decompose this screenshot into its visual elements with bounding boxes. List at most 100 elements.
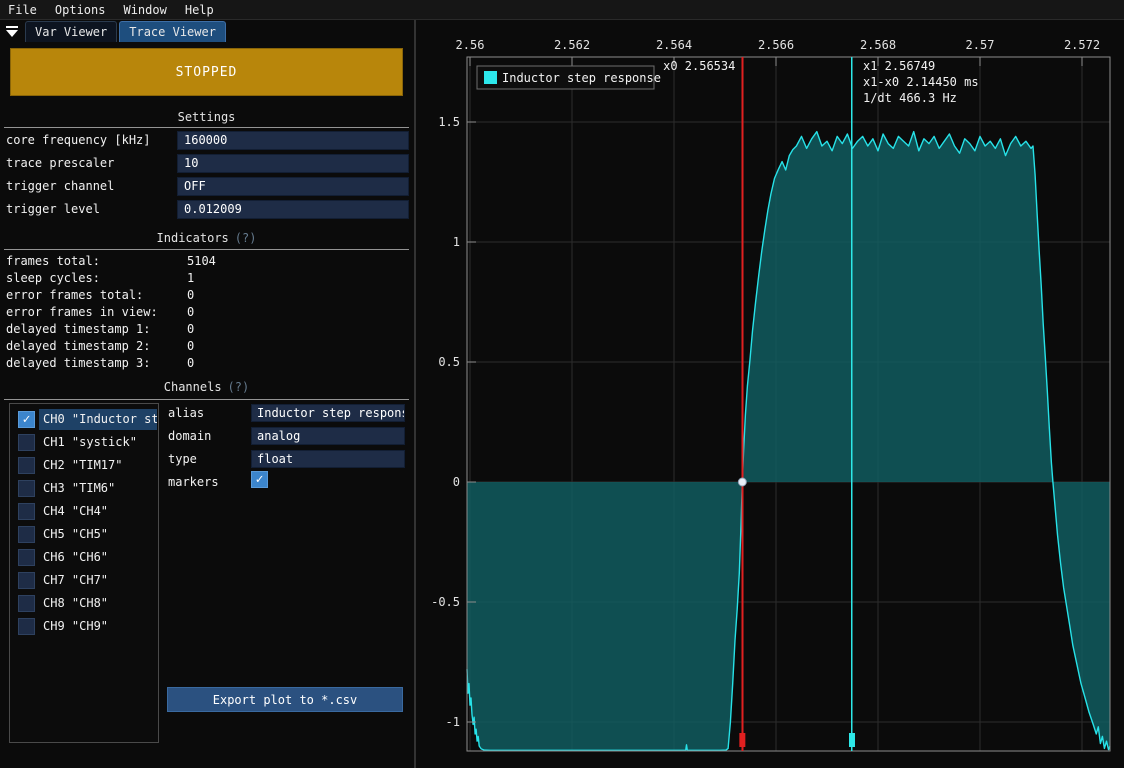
channel-label-ch5[interactable]: CH5 "CH5" bbox=[39, 524, 157, 545]
error-frames-in-view-value: 0 bbox=[187, 304, 194, 321]
channel-row-ch4[interactable]: CH4 "CH4" bbox=[10, 500, 158, 523]
indicators-title-text: Indicators bbox=[157, 231, 229, 245]
channel-label-ch1[interactable]: CH1 "systick" bbox=[39, 432, 157, 453]
delayed-timestamp-3-value: 0 bbox=[187, 355, 194, 372]
legend-swatch bbox=[484, 71, 497, 84]
trigger-channel-input[interactable]: OFF bbox=[177, 177, 409, 196]
delayed-timestamp-1-label: delayed timestamp 1: bbox=[6, 321, 151, 338]
marker-extra-label-0: x1-x0 2.14450 ms bbox=[863, 75, 979, 89]
channel-label-ch9[interactable]: CH9 "CH9" bbox=[39, 616, 157, 637]
core-frequency-khz-input[interactable]: 160000 bbox=[177, 131, 409, 150]
y-axis-label: 0.5 bbox=[438, 355, 460, 369]
x-axis-label: 2.562 bbox=[554, 38, 590, 52]
sleep-cycles-label: sleep cycles: bbox=[6, 270, 100, 287]
x-axis-label: 2.57 bbox=[966, 38, 995, 52]
error-frames-total-value: 0 bbox=[187, 287, 194, 304]
left-panel: Var ViewerTrace Viewer STOPPED Settings … bbox=[0, 20, 416, 768]
domain-input[interactable]: analog bbox=[251, 427, 405, 445]
menu-item-options[interactable]: Options bbox=[55, 3, 106, 17]
alias-input[interactable]: Inductor step respons bbox=[251, 404, 405, 422]
x-axis-label: 2.566 bbox=[758, 38, 794, 52]
channel-label-ch3[interactable]: CH3 "TIM6" bbox=[39, 478, 157, 499]
channels-help-icon[interactable]: (?) bbox=[228, 380, 250, 394]
legend-label: Inductor step response bbox=[502, 71, 661, 85]
menu-item-help[interactable]: Help bbox=[185, 3, 214, 17]
channel-checkbox-ch9[interactable] bbox=[18, 618, 35, 635]
error-frames-total-label: error frames total: bbox=[6, 287, 143, 304]
channel-row-ch1[interactable]: CH1 "systick" bbox=[10, 431, 158, 454]
channel-label-ch6[interactable]: CH6 "CH6" bbox=[39, 547, 157, 568]
marker-intersection-dot bbox=[738, 478, 746, 486]
x-axis-label: 2.572 bbox=[1064, 38, 1100, 52]
channel-checkbox-ch7[interactable] bbox=[18, 572, 35, 589]
tab-trace-viewer[interactable]: Trace Viewer bbox=[119, 21, 226, 42]
export-csv-button[interactable]: Export plot to *.csv bbox=[167, 687, 403, 712]
channel-row-ch3[interactable]: CH3 "TIM6" bbox=[10, 477, 158, 500]
channel-row-ch9[interactable]: CH9 "CH9" bbox=[10, 615, 158, 638]
trigger-channel-label: trigger channel bbox=[6, 177, 114, 196]
markers-checkbox[interactable]: ✓ bbox=[251, 471, 268, 488]
channel-checkbox-ch3[interactable] bbox=[18, 480, 35, 497]
channels-title-text: Channels bbox=[164, 380, 222, 394]
x-axis-label: 2.564 bbox=[656, 38, 692, 52]
trigger-level-input[interactable]: 0.012009 bbox=[177, 200, 409, 219]
channel-checkbox-ch4[interactable] bbox=[18, 503, 35, 520]
menu-item-window[interactable]: Window bbox=[123, 3, 166, 17]
channel-checkbox-ch1[interactable] bbox=[18, 434, 35, 451]
marker-x0-handle[interactable] bbox=[739, 733, 745, 747]
frames-total-label: frames total: bbox=[6, 253, 100, 270]
y-axis-label: 1 bbox=[453, 235, 460, 249]
collapse-tabs-icon[interactable] bbox=[5, 25, 19, 39]
stopped-button[interactable]: STOPPED bbox=[10, 48, 403, 96]
channel-label-ch0[interactable]: CH0 "Inductor st bbox=[39, 409, 157, 430]
y-axis-label: 0 bbox=[453, 475, 460, 489]
indicators-help-icon[interactable]: (?) bbox=[235, 231, 257, 245]
x-axis-label: 2.568 bbox=[860, 38, 896, 52]
delayed-timestamp-2-label: delayed timestamp 2: bbox=[6, 338, 151, 355]
channels-list: ✓CH0 "Inductor stCH1 "systick"CH2 "TIM17… bbox=[9, 403, 159, 743]
channel-checkbox-ch5[interactable] bbox=[18, 526, 35, 543]
delayed-timestamp-1-value: 0 bbox=[187, 321, 194, 338]
channel-label-ch2[interactable]: CH2 "TIM17" bbox=[39, 455, 157, 476]
channel-row-ch6[interactable]: CH6 "CH6" bbox=[10, 546, 158, 569]
marker-x0-label: x0 2.56534 bbox=[663, 59, 735, 73]
channel-label-ch4[interactable]: CH4 "CH4" bbox=[39, 501, 157, 522]
tab-strip: Var ViewerTrace Viewer bbox=[25, 21, 228, 42]
y-axis-label: -0.5 bbox=[431, 595, 460, 609]
settings-title-text: Settings bbox=[178, 110, 236, 124]
separator bbox=[4, 249, 409, 250]
indicators-section-title: Indicators (?) bbox=[0, 231, 413, 245]
x-axis-label: 2.56 bbox=[456, 38, 485, 52]
channel-row-ch2[interactable]: CH2 "TIM17" bbox=[10, 454, 158, 477]
channel-checkbox-ch2[interactable] bbox=[18, 457, 35, 474]
type-input[interactable]: float bbox=[251, 450, 405, 468]
channel-label-ch7[interactable]: CH7 "CH7" bbox=[39, 570, 157, 591]
trace-prescaler-label: trace prescaler bbox=[6, 154, 114, 173]
channel-row-ch5[interactable]: CH5 "CH5" bbox=[10, 523, 158, 546]
y-axis-label: -1 bbox=[446, 715, 460, 729]
channel-checkbox-ch0[interactable]: ✓ bbox=[18, 411, 35, 428]
separator bbox=[4, 127, 409, 128]
channel-checkbox-ch6[interactable] bbox=[18, 549, 35, 566]
trace-prescaler-input[interactable]: 10 bbox=[177, 154, 409, 173]
markers-label: markers bbox=[168, 473, 219, 491]
channels-section-title: Channels (?) bbox=[0, 380, 413, 394]
menu-item-file[interactable]: File bbox=[8, 3, 37, 17]
delayed-timestamp-2-value: 0 bbox=[187, 338, 194, 355]
core-frequency-khz-label: core frequency [kHz] bbox=[6, 131, 151, 150]
channel-label-ch8[interactable]: CH8 "CH8" bbox=[39, 593, 157, 614]
channel-checkbox-ch8[interactable] bbox=[18, 595, 35, 612]
error-frames-in-view-label: error frames in view: bbox=[6, 304, 158, 321]
tab-var-viewer[interactable]: Var Viewer bbox=[25, 21, 117, 42]
channel-row-ch8[interactable]: CH8 "CH8" bbox=[10, 592, 158, 615]
trace-plot[interactable]: 2.562.5622.5642.5662.5682.572.5721.510.5… bbox=[420, 28, 1124, 768]
channel-row-ch0[interactable]: ✓CH0 "Inductor st bbox=[10, 408, 158, 431]
menubar: File Options Window Help bbox=[0, 0, 1124, 20]
marker-extra-label-1: 1/dt 466.3 Hz bbox=[863, 91, 957, 105]
alias-label: alias bbox=[168, 404, 204, 422]
separator bbox=[4, 399, 409, 400]
series-area bbox=[467, 132, 1110, 751]
marker-x1-label: x1 2.56749 bbox=[863, 59, 935, 73]
channel-row-ch7[interactable]: CH7 "CH7" bbox=[10, 569, 158, 592]
marker-x1-handle[interactable] bbox=[849, 733, 855, 747]
